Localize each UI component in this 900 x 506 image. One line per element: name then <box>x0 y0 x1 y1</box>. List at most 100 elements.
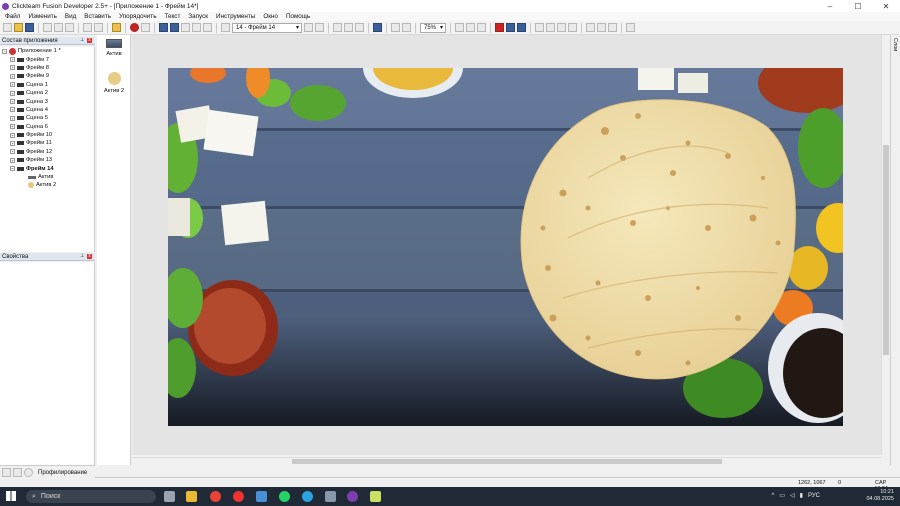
tree-item-scene1[interactable]: + Сцена 1 <box>0 81 94 89</box>
record-icon[interactable] <box>141 23 150 32</box>
zoom-out-icon[interactable] <box>477 23 486 32</box>
scroll-thumb[interactable] <box>292 459 722 464</box>
open-icon[interactable] <box>14 23 23 32</box>
tree-object-active2[interactable]: Актив 2 <box>0 181 94 189</box>
align-center-icon[interactable] <box>597 23 606 32</box>
tab-workspace-icon[interactable] <box>2 468 11 477</box>
chevron-up-icon[interactable]: ^ <box>772 493 775 499</box>
battery-icon[interactable]: ▮ <box>800 492 803 499</box>
undo-icon[interactable] <box>83 23 92 32</box>
zoom-select[interactable]: 75% <box>420 22 446 33</box>
italic-icon[interactable] <box>546 23 555 32</box>
profiler-tab[interactable]: Профилирование <box>38 470 87 476</box>
redo-icon[interactable] <box>94 23 103 32</box>
telegram-icon[interactable] <box>302 491 313 502</box>
snap-icon[interactable] <box>402 23 411 32</box>
frame-prop-icon[interactable] <box>221 23 230 32</box>
yandex-icon[interactable] <box>233 491 244 502</box>
stop-icon[interactable] <box>130 23 139 32</box>
menu-tools[interactable]: Инструменты <box>216 13 255 20</box>
minimize-button[interactable]: – <box>816 0 844 12</box>
menu-text[interactable]: Текст <box>164 13 180 20</box>
save-icon[interactable] <box>25 23 34 32</box>
maximize-button[interactable]: ☐ <box>844 0 872 12</box>
tree-item-frame9[interactable]: + Фрейм 9 <box>0 72 94 80</box>
tree-object-active[interactable]: Актив <box>0 173 94 181</box>
strip-item-active2[interactable]: Актив 2 <box>101 72 127 94</box>
frame-select[interactable]: 14 - Фрейм 14 <box>232 22 302 33</box>
new-icon[interactable] <box>3 23 12 32</box>
fusion-icon[interactable] <box>347 491 358 502</box>
ungroup-icon[interactable] <box>355 23 364 32</box>
text-color-icon[interactable] <box>568 23 577 32</box>
menu-window[interactable]: Окно <box>263 13 278 20</box>
tree-item-frame7[interactable]: + Фрейм 7 <box>0 55 94 63</box>
grid-icon[interactable] <box>391 23 400 32</box>
event-editor-icon[interactable] <box>181 23 190 32</box>
explorer-icon[interactable] <box>186 491 197 502</box>
event-list-icon[interactable] <box>192 23 201 32</box>
menu-edit[interactable]: Изменить <box>28 13 56 20</box>
menu-file[interactable]: Файл <box>5 13 20 20</box>
copy-icon[interactable] <box>54 23 63 32</box>
chrome-icon[interactable] <box>210 491 221 502</box>
volume-icon[interactable]: ◁ <box>790 492 795 499</box>
menu-insert[interactable]: Вставить <box>84 13 111 20</box>
tree-item-frame12[interactable]: + Фрейм 12 <box>0 148 94 156</box>
next-frame-icon[interactable] <box>315 23 324 32</box>
scroll-thumb[interactable] <box>883 145 889 355</box>
frame-canvas[interactable] <box>168 68 843 426</box>
tree-item-scene4[interactable]: + Сцена 4 <box>0 106 94 114</box>
show-all-icon[interactable] <box>506 23 515 32</box>
group-icon[interactable] <box>344 23 353 32</box>
tree-item-scene3[interactable]: + Сцена 3 <box>0 97 94 105</box>
show-layers-icon[interactable] <box>517 23 526 32</box>
menu-view[interactable]: Вид <box>65 13 76 20</box>
strip-item-active[interactable]: Актив <box>101 39 127 57</box>
help-icon[interactable] <box>112 23 121 32</box>
close-button[interactable]: ✕ <box>872 0 900 12</box>
tab-search-icon[interactable] <box>13 468 22 477</box>
grid-toggle-icon[interactable] <box>495 23 504 32</box>
taskview-icon[interactable] <box>164 491 175 502</box>
tree-item-frame11[interactable]: + Фрейм 11 <box>0 139 94 147</box>
cut-icon[interactable] <box>43 23 52 32</box>
frame-editor-icon[interactable] <box>170 23 179 32</box>
menu-help[interactable]: Помощь <box>286 13 310 20</box>
tree-item-scene5[interactable]: + Сцена 5 <box>0 114 94 122</box>
tree-item-frame8[interactable]: + Фрейм 8 <box>0 64 94 72</box>
prev-frame-icon[interactable] <box>304 23 313 32</box>
search-box[interactable]: ⌕ Поиск <box>26 490 156 503</box>
windows-start-icon[interactable] <box>6 491 16 501</box>
tree-item-frame10[interactable]: + Фрейм 10 <box>0 131 94 139</box>
bolt-icon[interactable] <box>370 491 381 502</box>
hand-icon[interactable] <box>455 23 464 32</box>
monitor-icon[interactable] <box>325 491 336 502</box>
zoom-in-icon[interactable] <box>466 23 475 32</box>
tree-item-scene2[interactable]: + Сцена 2 <box>0 89 94 97</box>
close-icon[interactable]: x <box>87 254 92 259</box>
store-icon[interactable] <box>256 491 267 502</box>
tree-root[interactable]: − Приложение 1 * <box>0 47 94 55</box>
whatsapp-icon[interactable] <box>279 491 290 502</box>
underline-icon[interactable] <box>557 23 566 32</box>
align-left-icon[interactable] <box>586 23 595 32</box>
paste-icon[interactable] <box>65 23 74 32</box>
tree-item-frame14[interactable]: − Фрейм 14 <box>0 164 94 172</box>
layers-side-tab[interactable]: Слои <box>890 35 900 465</box>
fit-icon[interactable] <box>626 23 635 32</box>
bold-icon[interactable] <box>535 23 544 32</box>
menu-run[interactable]: Запуск <box>188 13 208 20</box>
align-right-icon[interactable] <box>608 23 617 32</box>
tree-item-scene6[interactable]: + Сцена 6 <box>0 123 94 131</box>
pin-icon[interactable]: ⊥ <box>80 254 85 259</box>
network-icon[interactable]: ▭ <box>779 492 785 499</box>
layer-icon[interactable] <box>373 23 382 32</box>
language-indicator[interactable]: РУС <box>808 493 820 499</box>
pin-icon[interactable]: ⊥ <box>80 38 85 43</box>
tree-item-frame13[interactable]: + Фрейм 13 <box>0 156 94 164</box>
horizontal-scrollbar[interactable] <box>132 457 881 465</box>
storyboard-icon[interactable] <box>159 23 168 32</box>
close-icon[interactable]: x <box>87 38 92 43</box>
data-elements-icon[interactable] <box>203 23 212 32</box>
